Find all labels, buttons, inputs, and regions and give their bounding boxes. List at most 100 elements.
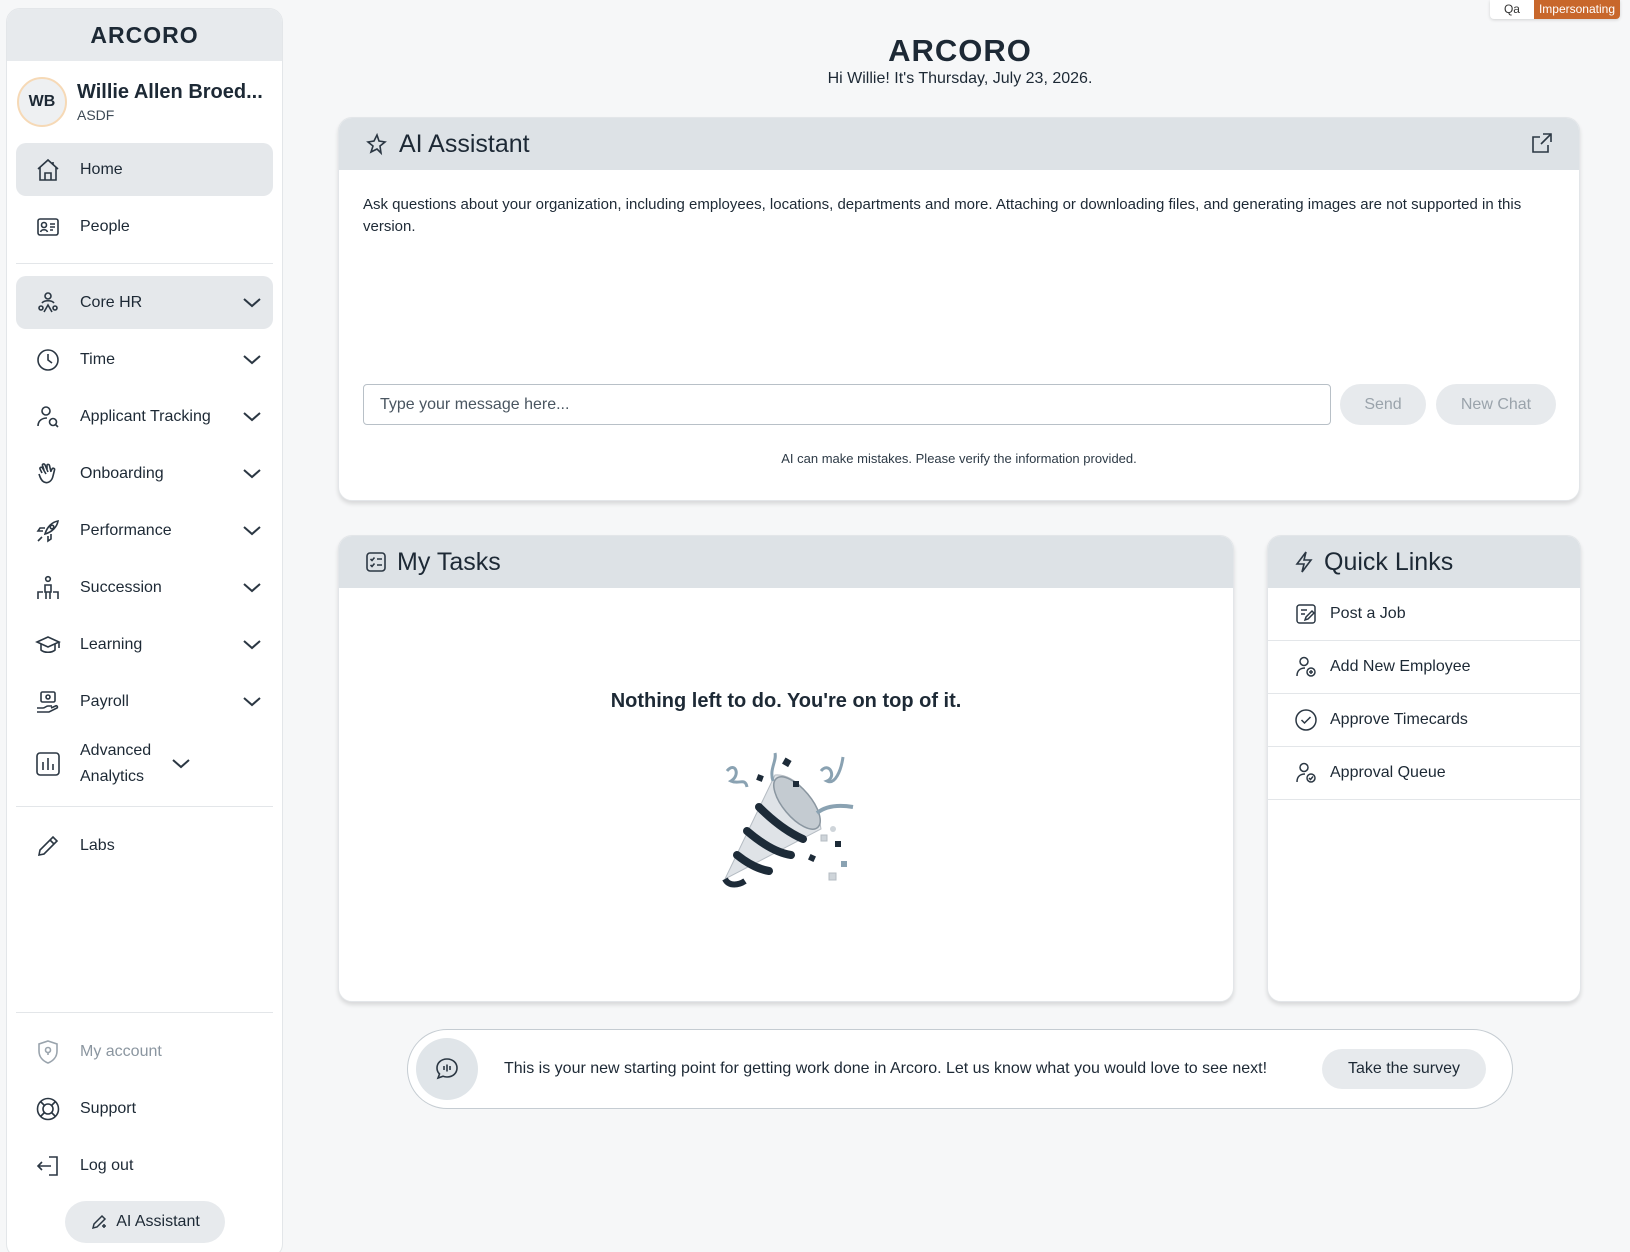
impersonating-tag: Impersonating [1533,0,1620,19]
quick-link-label: Post a Job [1330,605,1406,622]
sidebar-item-onboarding[interactable]: Onboarding [16,447,273,500]
sidebar: ARCORO WB Willie Allen Broed... ASDF Hom… [6,8,283,1252]
id-card-icon [34,213,62,241]
quick-link-add-new-employee[interactable]: Add New Employee [1268,641,1580,694]
sidebar-item-advanced-analytics[interactable]: Advanced Analytics [16,732,273,796]
sidebar-item-label: Log out [80,1156,134,1174]
sidebar-item-label: Onboarding [80,464,164,482]
chevron-down-icon[interactable] [241,577,263,599]
quick-link-post-a-job[interactable]: Post a Job [1268,588,1580,641]
sidebar-item-performance[interactable]: Performance [16,504,273,557]
succession-icon [34,574,62,602]
pencil-icon [34,832,62,860]
quick-link-label: Approval Queue [1330,764,1446,781]
quick-link-approve-timecards[interactable]: Approve Timecards [1268,694,1580,747]
sidebar-item-applicant-tracking[interactable]: Applicant Tracking [16,390,273,443]
sidebar-item-label: My account [80,1042,162,1060]
home-icon [34,156,62,184]
party-popper-icon [722,752,854,888]
ai-assistant-description: Ask questions about your organization, i… [363,196,1522,235]
sidebar-item-label: Support [80,1099,137,1117]
sidebar-item-payroll[interactable]: Payroll [16,675,273,728]
sidebar-item-learning[interactable]: Learning [16,618,273,671]
sidebar-item-label: Applicant Tracking [80,407,211,425]
my-tasks-header: My Tasks [339,536,1233,588]
new-chat-button[interactable]: New Chat [1436,384,1556,425]
take-survey-button[interactable]: Take the survey [1322,1049,1486,1089]
sparkle-pen-icon [92,1214,107,1230]
ai-disclaimer: AI can make mistakes. Please verify the … [781,451,1137,466]
clock-icon [34,346,62,374]
chevron-down-icon[interactable] [241,406,263,428]
sidebar-item-label: Time [80,350,115,368]
quick-links-title: Quick Links [1324,547,1454,576]
lifebuoy-icon [34,1095,62,1123]
main-logo: ARCORO [888,33,1032,68]
chevron-down-icon[interactable] [241,292,263,314]
sidebar-footer: My account Support Log out [16,1012,273,1196]
sidebar-item-label: Succession [80,578,162,596]
chat-bubble-icon [416,1038,478,1100]
chevron-down-icon[interactable] [241,634,263,656]
ai-message-input[interactable]: Type your message here... [363,384,1331,425]
sidebar-item-support[interactable]: Support [16,1082,273,1135]
sidebar-item-home[interactable]: Home [16,143,273,196]
my-tasks-card: My Tasks Nothing left to do. You're on t… [338,535,1234,1002]
my-tasks-title: My Tasks [397,547,501,576]
lightning-icon [1294,550,1314,574]
sidebar-item-labs[interactable]: Labs [16,819,273,872]
sidebar-item-core-hr[interactable]: Core HR [16,276,273,329]
sidebar-item-label: Performance [80,521,172,539]
wave-hand-icon [34,460,62,488]
bar-chart-icon [34,750,62,778]
sidebar-item-log-out[interactable]: Log out [16,1139,273,1192]
chevron-down-icon[interactable] [170,753,192,775]
sidebar-item-label: Advanced Analytics [80,742,152,785]
send-button[interactable]: Send [1340,384,1426,425]
sidebar-item-my-account[interactable]: My account [16,1025,273,1078]
user-profile[interactable]: WB Willie Allen Broed... ASDF [7,61,282,143]
person-search-icon [34,403,62,431]
check-circle-icon [1294,708,1318,732]
greeting: Hi Willie! It's Thursday, July 23, 2026. [827,70,1093,87]
sidebar-logo[interactable]: ARCORO [7,9,282,61]
person-add-icon [1294,655,1318,679]
graduation-cap-icon [34,631,62,659]
checklist-icon [365,551,387,573]
sidebar-item-time[interactable]: Time [16,333,273,386]
payroll-icon [34,688,62,716]
sidebar-ai-assistant-button[interactable]: AI Assistant [65,1201,225,1243]
user-org: ASDF [77,107,115,123]
sidebar-item-label: People [80,217,130,235]
sidebar-item-succession[interactable]: Succession [16,561,273,614]
tasks-empty-message: Nothing left to do. You're on top of it. [610,690,962,712]
ai-sparkle-icon [365,132,389,156]
logout-icon [34,1152,62,1180]
sidebar-item-label: Labs [80,836,115,854]
chevron-down-icon[interactable] [241,691,263,713]
sidebar-item-people[interactable]: People [16,200,273,253]
avatar: WB [17,77,67,127]
quick-link-label: Approve Timecards [1330,711,1468,728]
impersonated-user: Qa [1503,2,1520,16]
chevron-down-icon[interactable] [241,463,263,485]
quick-links-header: Quick Links [1268,536,1580,588]
quick-link-approval-queue[interactable]: Approval Queue [1268,747,1580,800]
rocket-icon [34,517,62,545]
sidebar-item-label: Core HR [80,293,143,311]
sidebar-divider [16,263,273,264]
ai-assistant-card: AI Assistant Ask questions about your or… [338,117,1580,501]
ai-assistant-title: AI Assistant [399,129,530,158]
ai-assistant-label: AI Assistant [116,1213,200,1230]
sidebar-item-label: Home [80,160,123,178]
people-hub-icon [34,289,62,317]
sidebar-divider [16,806,273,807]
edit-doc-icon [1294,602,1318,626]
survey-text: This is your new starting point for gett… [504,1060,1268,1077]
external-link-icon[interactable] [1531,132,1553,159]
quick-link-label: Add New Employee [1330,658,1471,675]
survey-banner: This is your new starting point for gett… [407,1029,1513,1109]
chevron-down-icon[interactable] [241,520,263,542]
chevron-down-icon[interactable] [241,349,263,371]
quick-links-card: Quick Links Post a Job Add New Employee … [1267,535,1581,1002]
